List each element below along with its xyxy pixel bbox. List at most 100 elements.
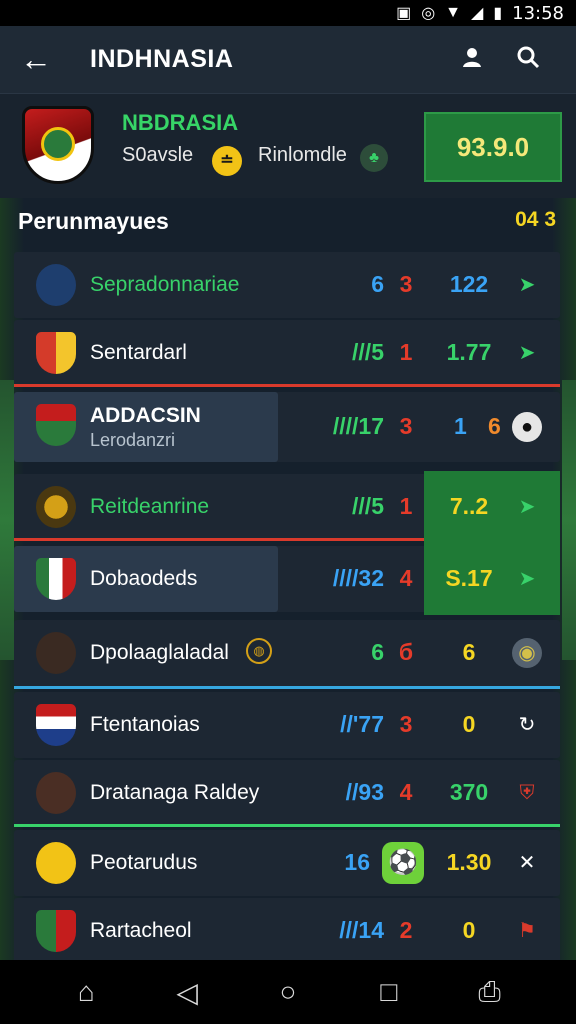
- list-item[interactable]: Ftentanoias //'77 3 0 ↻: [14, 692, 560, 758]
- home-circle-icon[interactable]: ○: [268, 976, 308, 1008]
- row-name: Reitdeanrine: [90, 495, 210, 518]
- leaf-icon: ♣: [360, 144, 388, 172]
- club-crest-icon: [36, 910, 76, 952]
- list-item[interactable]: Sepradonnariae 6 3 122 ➤: [14, 252, 560, 318]
- row-stat-1: ////32: [332, 565, 384, 591]
- list-item[interactable]: Rartacheol ///14 2 0 ⚑: [14, 898, 560, 964]
- coin-icon: ≐: [212, 146, 242, 176]
- row-stat-3: 1.30: [446, 849, 492, 875]
- app-bar: ← INDHNASIA: [0, 26, 576, 94]
- divider: [14, 824, 560, 827]
- leaf-icon[interactable]: ➤: [512, 492, 542, 522]
- row-stat-2: 3: [399, 413, 413, 439]
- leaf-icon[interactable]: ➤: [512, 564, 542, 594]
- search-icon[interactable]: [500, 45, 556, 75]
- club-crest-icon: [36, 704, 76, 746]
- player-avatar: [36, 264, 76, 306]
- shield-icon[interactable]: ⛨: [512, 778, 542, 808]
- team-subtitle-2: Rinlomdle: [258, 144, 347, 166]
- football-icon[interactable]: ⚽: [382, 842, 424, 884]
- team-score-button[interactable]: 93.9.0: [424, 112, 562, 182]
- section-title: Perunmayues: [18, 208, 169, 234]
- row-stat-1: ///5: [352, 339, 384, 365]
- row-stat-2: 3: [399, 271, 413, 297]
- status-time: 13:58: [512, 2, 564, 24]
- row-stat-1: //93: [345, 779, 384, 805]
- list-item[interactable]: Dobaodeds ////32 4 S.17 ➤: [14, 543, 560, 615]
- row-stat-3a: 1: [454, 413, 467, 439]
- club-crest-icon: [36, 404, 76, 446]
- system-nav-bar: ⌂ ◁ ○ □ ⎙: [0, 960, 576, 1024]
- row-name: Sepradonnariae: [90, 273, 240, 296]
- row-stat-3: S.17: [445, 565, 493, 591]
- coin-icon: ◍: [246, 638, 272, 664]
- row-stat-2: 2: [399, 917, 413, 943]
- row-name: ADDACSIN: [90, 404, 201, 427]
- battery-icon: ▮: [493, 5, 503, 22]
- list-item[interactable]: Peotarudus 16 ⚽ 1.30 ✕: [14, 830, 560, 896]
- row-stat-2: 3: [399, 711, 413, 737]
- status-bar: ▣ ◎ ▼ ◢ ▮ 13:58: [0, 0, 576, 26]
- row-stat-3: 122: [449, 271, 489, 297]
- row-stat-3: 6: [462, 639, 476, 665]
- club-crest-icon: [36, 332, 76, 374]
- divider: [14, 538, 424, 541]
- close-icon[interactable]: ✕: [512, 848, 542, 878]
- list-item[interactable]: Dratanaga Raldey //93 4 370 ⛨: [14, 760, 560, 826]
- refresh-icon[interactable]: ↻: [512, 710, 542, 740]
- row-name: Dpolaaglaladal: [90, 641, 229, 664]
- player-avatar: [36, 772, 76, 814]
- row-stat-2: б: [398, 639, 414, 665]
- profile-icon[interactable]: [444, 45, 500, 75]
- section-meta: 04 3: [515, 208, 556, 231]
- row-stat-3: 1.77: [446, 339, 492, 365]
- list-item[interactable]: Dpolaaglaladal ◍ 6 б 6 ◉: [14, 620, 560, 686]
- leaf-icon[interactable]: ➤: [512, 270, 542, 300]
- row-name: Peotarudus: [90, 851, 198, 874]
- row-stat-1: 6: [371, 639, 384, 665]
- list-item[interactable]: Sentardarl ///5 1 1.77 ➤: [14, 320, 560, 386]
- row-stat-3: 7..2: [449, 493, 489, 519]
- list-item[interactable]: Reitdeanrine ///5 1 7..2 ➤: [14, 471, 560, 543]
- row-stat-1: 16: [344, 849, 370, 875]
- row-stat-3b: 6: [488, 413, 501, 439]
- nfc-icon: ◎: [421, 5, 436, 22]
- badge-icon[interactable]: ◉: [512, 638, 542, 668]
- list-item[interactable]: ADDACSIN Lerodanzri ////17 3 1 6 ●: [14, 392, 560, 462]
- club-crest-icon: [36, 558, 76, 600]
- divider: [14, 686, 560, 689]
- inbox-icon[interactable]: ⎙: [470, 976, 510, 1009]
- row-stat-1: //'77: [340, 711, 384, 737]
- page-title: INDHNASIA: [90, 45, 234, 73]
- row-stat-3: 0: [462, 917, 476, 943]
- wifi-icon: ▼: [445, 4, 461, 21]
- flag-icon[interactable]: ⚑: [512, 916, 542, 946]
- row-name: Ftentanoias: [90, 713, 200, 736]
- row-stat-1: ///5: [352, 493, 384, 519]
- team-crest-icon: [22, 106, 94, 184]
- row-stat-2: 4: [399, 779, 413, 805]
- recents-icon[interactable]: □: [369, 976, 409, 1008]
- back-arrow-icon[interactable]: ←: [20, 41, 70, 78]
- row-name: Dratanaga Raldey: [90, 781, 260, 804]
- row-name: Dobaodeds: [90, 567, 198, 590]
- club-crest-icon: [36, 486, 76, 528]
- pitch-edge-left: [0, 380, 14, 660]
- row-stat-2: 4: [399, 565, 413, 591]
- row-stat-1: ///14: [339, 917, 384, 943]
- signal-icon: ◢: [471, 5, 484, 22]
- row-stat-1: 6: [371, 271, 384, 297]
- row-subname: Lerodanzri: [90, 430, 176, 450]
- leaf-icon[interactable]: ➤: [512, 338, 542, 368]
- pitch-edge-right: [562, 380, 576, 660]
- row-stat-2: 1: [399, 493, 413, 519]
- team-name: NBDRASIA: [122, 110, 239, 135]
- divider: [14, 384, 560, 387]
- row-stat-2: 1: [399, 339, 413, 365]
- row-stat-3: 370: [449, 779, 489, 805]
- home-icon[interactable]: ⌂: [66, 976, 106, 1008]
- ball-icon[interactable]: ●: [512, 412, 542, 442]
- notification-icon: ▣: [396, 5, 412, 22]
- team-header: NBDRASIA S0avsle ≐ Rinlomdle ♣ 93.9.0: [0, 94, 576, 198]
- back-triangle-icon[interactable]: ◁: [167, 976, 207, 1009]
